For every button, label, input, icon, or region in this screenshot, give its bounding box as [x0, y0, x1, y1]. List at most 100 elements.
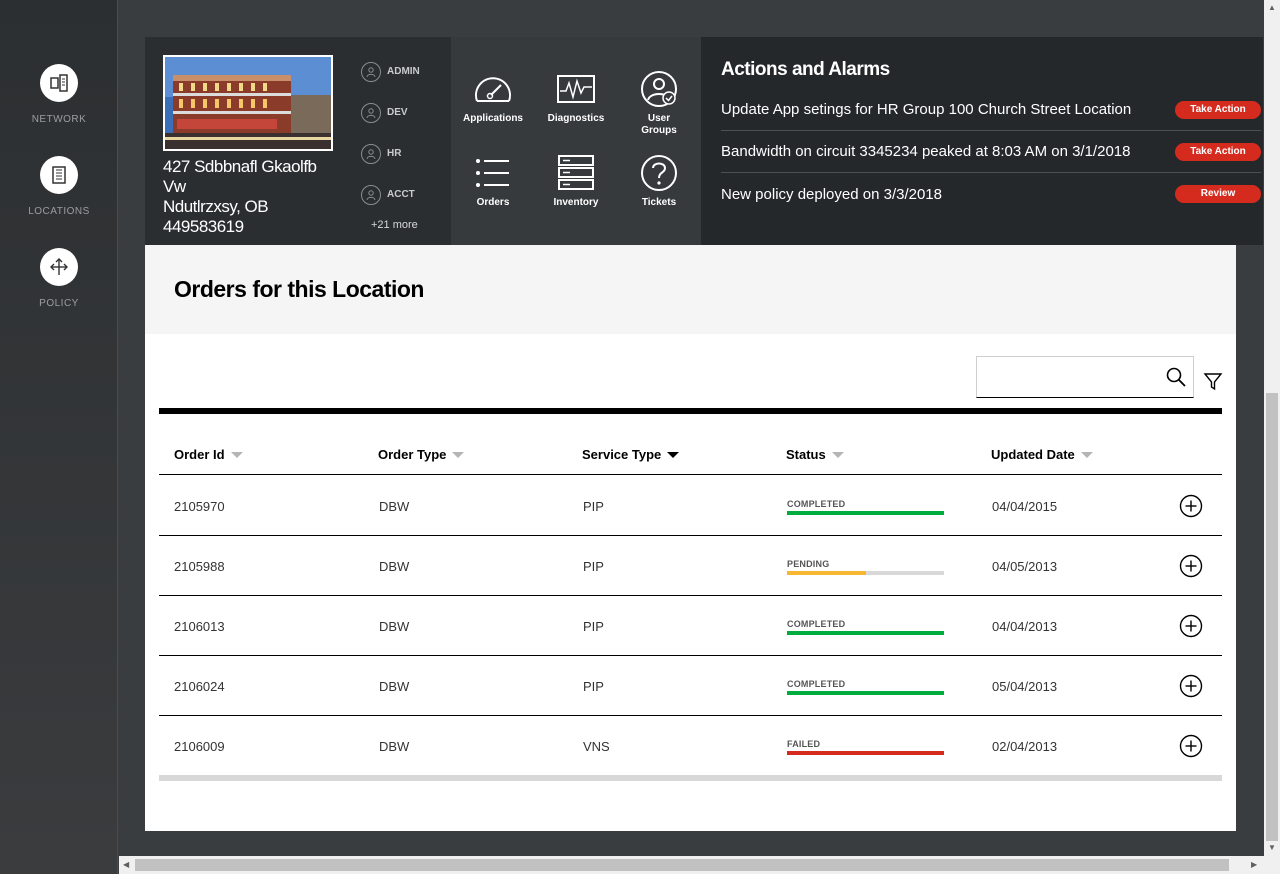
updated-date-cell: 04/04/2013 [992, 619, 1058, 634]
service-type-cell: PIP [583, 619, 604, 634]
user-icon [361, 61, 381, 82]
status-cell: COMPLETED [787, 619, 944, 635]
more-groups-link[interactable]: +21 more [361, 219, 441, 231]
sidebar: NETWORK LOCATIONS POLICY [0, 0, 118, 874]
column-header-updated-date[interactable]: Updated Date [991, 447, 1093, 462]
app-tile-diagnostics[interactable]: Diagnostics [536, 69, 616, 125]
app-tile-inventory[interactable]: Inventory [536, 153, 616, 209]
divider [159, 408, 1222, 414]
group-item-hr[interactable]: HR [361, 133, 441, 174]
list-icon [453, 153, 533, 193]
column-header-status[interactable]: Status [786, 447, 844, 462]
service-type-cell: VNS [583, 739, 610, 754]
group-label: DEV [387, 107, 408, 118]
service-type-cell: PIP [583, 559, 604, 574]
server-icon [536, 153, 616, 193]
group-label: HR [387, 148, 402, 159]
order-id-cell: 2106013 [174, 619, 225, 634]
table-row[interactable]: 2106009 DBW VNS FAILED 02/04/2013 [159, 716, 1222, 776]
column-header-service-type[interactable]: Service Type [582, 447, 680, 462]
expand-plus-icon[interactable] [1179, 674, 1203, 698]
column-header-order-type[interactable]: Order Type [378, 447, 465, 462]
group-item-dev[interactable]: DEV [361, 92, 441, 133]
app-tile-user-groups[interactable]: User Groups [619, 69, 699, 137]
location-header: 427 Sdbbnafl Gkaolfb Vw Ndutlrzxsy, OB 4… [145, 37, 1263, 245]
app-label: Inventory [553, 197, 599, 208]
order-type-cell: DBW [379, 499, 410, 514]
expand-plus-icon[interactable] [1179, 554, 1203, 578]
sort-caret-icon [452, 451, 465, 458]
updated-date-cell: 05/04/2013 [992, 679, 1058, 694]
app-tile-orders[interactable]: Orders [453, 153, 533, 209]
search-icon[interactable] [1165, 366, 1187, 388]
expand-plus-icon[interactable] [1179, 734, 1203, 758]
sidebar-item-label: NETWORK [31, 114, 87, 125]
group-item-admin[interactable]: ADMIN [361, 51, 441, 92]
status-progress-fill [787, 631, 944, 635]
order-id-cell: 2106024 [174, 679, 225, 694]
column-header-label: Updated Date [991, 447, 1075, 462]
alarm-item: Bandwidth on circuit 3345234 peaked at 8… [721, 131, 1261, 173]
location-panel: 427 Sdbbnafl Gkaolfb Vw Ndutlrzxsy, OB 4… [145, 37, 451, 245]
status-progress-track [787, 571, 944, 575]
sidebar-item-label: LOCATIONS [28, 206, 90, 217]
app-tile-applications[interactable]: Applications [453, 69, 533, 125]
app-launcher: Applications Diagnostics User Groups Ord… [451, 37, 701, 245]
group-item-acct[interactable]: ACCT [361, 174, 441, 215]
table-row[interactable]: 2105970 DBW PIP COMPLETED 04/04/2015 [159, 476, 1222, 536]
order-type-cell: DBW [379, 559, 410, 574]
status-progress-fill [787, 511, 944, 515]
column-header-order-id[interactable]: Order Id [174, 447, 243, 462]
scroll-right-icon[interactable]: ▶ [1251, 860, 1257, 869]
scroll-left-icon[interactable]: ◀ [123, 860, 129, 869]
group-label: ACCT [387, 189, 415, 200]
filter-icon[interactable] [1203, 371, 1223, 391]
app-tile-tickets[interactable]: Tickets [619, 153, 699, 209]
scroll-up-icon[interactable]: ▲ [1268, 3, 1276, 12]
gauge-icon [453, 69, 533, 109]
take-action-button[interactable]: Take Action [1175, 142, 1261, 161]
expand-plus-icon[interactable] [1179, 614, 1203, 638]
order-id-cell: 2105970 [174, 499, 225, 514]
scrollbar-corner [1264, 856, 1280, 874]
app-label: Diagnostics [547, 113, 605, 124]
sidebar-item-locations[interactable]: LOCATIONS [0, 156, 118, 217]
sort-caret-icon [230, 451, 243, 458]
search-box [976, 356, 1194, 398]
scroll-down-icon[interactable]: ▼ [1268, 843, 1276, 852]
sidebar-item-network[interactable]: NETWORK [0, 64, 118, 125]
take-action-button[interactable]: Take Action [1175, 100, 1261, 119]
status-cell: PENDING [787, 559, 944, 575]
vertical-scrollbar[interactable]: ▲ ▼ [1264, 0, 1280, 856]
review-button[interactable]: Review [1175, 185, 1261, 203]
column-header-label: Order Id [174, 447, 225, 462]
table-row[interactable]: 2106024 DBW PIP COMPLETED 05/04/2013 [159, 656, 1222, 716]
user-group-list: ADMIN DEV HR ACCT +21 more [361, 51, 441, 231]
app-label: Applications [462, 113, 523, 124]
horizontal-scroll-thumb[interactable] [135, 859, 1229, 871]
orders-card: Orders for this Location Order Id Order … [145, 245, 1236, 831]
order-id-cell: 2106009 [174, 739, 225, 754]
status-badge: COMPLETED [787, 679, 846, 689]
status-badge: PENDING [787, 559, 830, 569]
sidebar-item-policy[interactable]: POLICY [0, 248, 118, 309]
alarms-title: Actions and Alarms [721, 59, 890, 80]
status-cell: FAILED [787, 739, 944, 755]
status-progress-track [787, 751, 944, 755]
updated-date-cell: 04/05/2013 [992, 559, 1058, 574]
sidebar-item-label: POLICY [39, 298, 79, 309]
expand-plus-icon[interactable] [1179, 494, 1203, 518]
vertical-scroll-thumb[interactable] [1266, 393, 1278, 841]
alarm-text: Update App setings for HR Group 100 Chur… [721, 101, 1132, 118]
status-progress-fill [787, 751, 944, 755]
column-header-label: Status [786, 447, 826, 462]
horizontal-scrollbar[interactable]: ◀ ▶ [119, 856, 1264, 874]
search-input[interactable] [977, 357, 1157, 395]
status-progress-fill [787, 571, 866, 575]
table-row[interactable]: 2106013 DBW PIP COMPLETED 04/04/2013 [159, 596, 1222, 656]
address-line: 427 Sdbbnafl Gkaolfb [163, 157, 317, 176]
alarm-item: New policy deployed on 3/3/2018 Review [721, 173, 1261, 215]
status-badge: FAILED [787, 739, 821, 749]
table-row[interactable]: 2105988 DBW PIP PENDING 04/05/2013 [159, 536, 1222, 596]
location-address: 427 Sdbbnafl Gkaolfb Vw Ndutlrzxsy, OB 4… [163, 157, 343, 237]
